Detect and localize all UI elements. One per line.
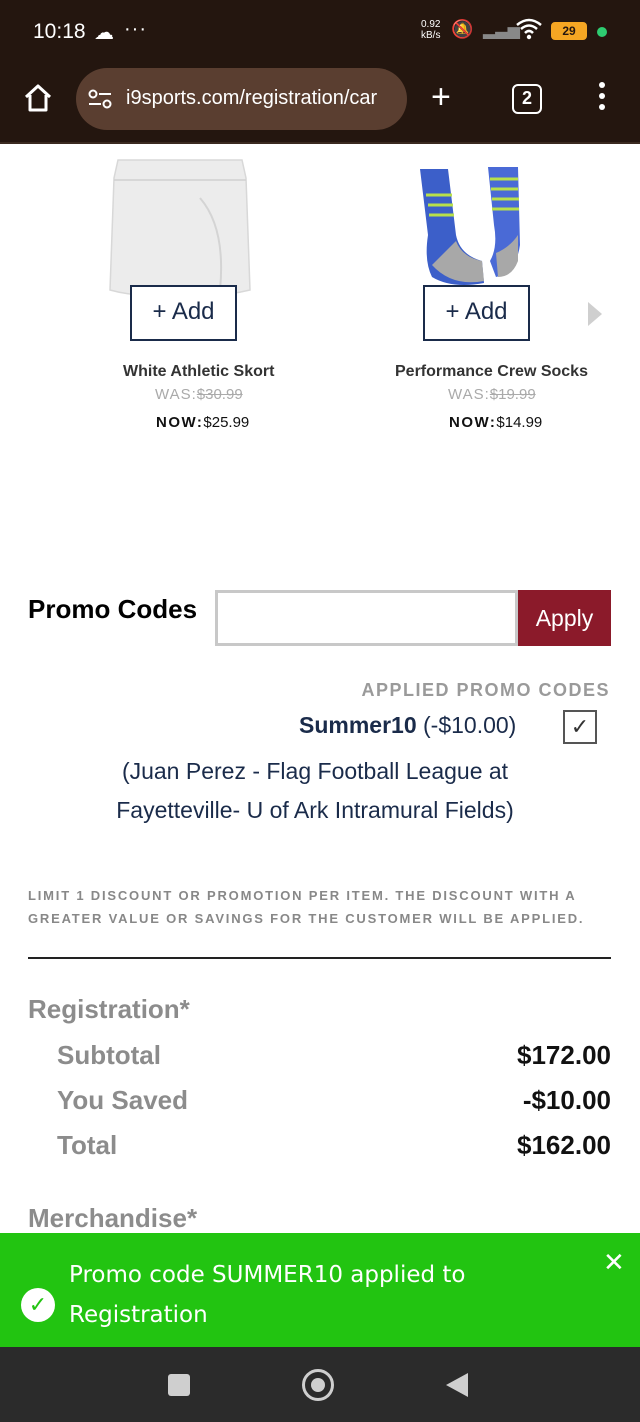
registration-header: Registration* — [28, 994, 190, 1024]
merchandise-header: Merchandise* — [28, 1203, 198, 1233]
add-socks-button[interactable]: + Add — [423, 285, 530, 341]
carousel-next-icon[interactable] — [588, 302, 602, 326]
now-price: NOW:$14.99 — [449, 414, 542, 431]
product-name: Performance Crew Socks — [395, 363, 588, 380]
home-icon[interactable] — [22, 82, 54, 114]
check-circle-icon: ✓ — [21, 1288, 55, 1322]
add-skort-button[interactable]: + Add — [130, 285, 237, 341]
now-price: NOW:$25.99 — [156, 414, 249, 431]
net-speed-value: 0.92 — [421, 19, 441, 30]
promo-code-input[interactable] — [215, 590, 518, 646]
socks-image — [420, 167, 520, 285]
net-speed: 0.92 kB/s — [421, 19, 440, 41]
total-label: Total — [57, 1130, 118, 1160]
browser-menu-icon[interactable] — [592, 82, 612, 116]
applied-code-amount: (-$10.00) — [423, 712, 517, 738]
address-bar[interactable]: i9sports.com/registration/car — [76, 68, 407, 130]
divider — [28, 957, 611, 959]
url-text[interactable]: i9sports.com/registration/car — [126, 87, 400, 110]
new-tab-icon[interactable]: + — [431, 80, 451, 114]
browser-toolbar: i9sports.com/registration/car + 2 — [0, 62, 640, 144]
product-name: White Athletic Skort — [123, 363, 275, 380]
limit-notice: LIMIT 1 DISCOUNT OR PROMOTION PER ITEM. … — [28, 888, 585, 926]
skort-image — [109, 159, 251, 297]
close-icon[interactable]: ✕ — [603, 1247, 625, 1278]
applied-code-description: (Juan Perez - Flag Football League at Fa… — [116, 758, 514, 823]
saved-label: You Saved — [57, 1085, 189, 1115]
was-price: WAS:$19.99 — [448, 386, 536, 403]
was-price: WAS:$30.99 — [155, 386, 243, 403]
signal-icon: ▂▃▅ — [483, 22, 520, 39]
applied-code-checkbox[interactable]: ✓ — [563, 710, 597, 744]
battery-icon: 29 — [551, 22, 587, 40]
status-bar: 10:18 ☁ ··· 0.92 kB/s 🔕 ▂▃▅ 29 — [0, 0, 640, 62]
mute-icon: 🔕 — [451, 19, 474, 39]
total-value: $162.00 — [517, 1130, 611, 1160]
cloud-icon: ☁ — [94, 22, 114, 44]
applied-code-name: Summer10 — [299, 712, 417, 738]
saved-value: -$10.00 — [522, 1085, 611, 1115]
recents-icon[interactable] — [168, 1374, 190, 1396]
was-price-label: WAS: — [448, 386, 490, 403]
net-speed-unit: kB/s — [421, 30, 441, 41]
now-price-value: $14.99 — [496, 414, 543, 431]
applied-promo-header: APPLIED PROMO CODES — [361, 680, 610, 700]
now-price-label: NOW: — [449, 414, 497, 431]
site-settings-icon[interactable] — [88, 88, 112, 110]
home-nav-icon[interactable] — [302, 1369, 334, 1401]
subtotal-label: Subtotal — [57, 1040, 161, 1070]
promo-codes-label: Promo Codes — [28, 594, 198, 624]
privacy-indicator-dot — [597, 27, 607, 37]
subtotal-value: $172.00 — [517, 1040, 611, 1070]
status-time: 10:18 — [33, 20, 86, 43]
applied-code: Summer10 (-$10.00) — [299, 712, 516, 739]
was-price-value: $30.99 — [196, 386, 243, 403]
toast-message: Promo code SUMMER10 applied to Registrat… — [69, 1262, 466, 1328]
now-price-label: NOW: — [156, 414, 204, 431]
apply-button[interactable]: Apply — [518, 590, 611, 646]
system-nav-bar — [0, 1347, 640, 1422]
was-price-label: WAS: — [155, 386, 197, 403]
tab-switcher-button[interactable]: 2 — [512, 84, 542, 114]
status-overflow: ··· — [124, 18, 147, 40]
back-icon[interactable] — [446, 1373, 468, 1397]
now-price-value: $25.99 — [203, 414, 250, 431]
wifi-icon — [516, 18, 542, 46]
was-price-value: $19.99 — [489, 386, 536, 403]
success-toast: ✓ Promo code SUMMER10 applied to Registr… — [0, 1233, 640, 1347]
